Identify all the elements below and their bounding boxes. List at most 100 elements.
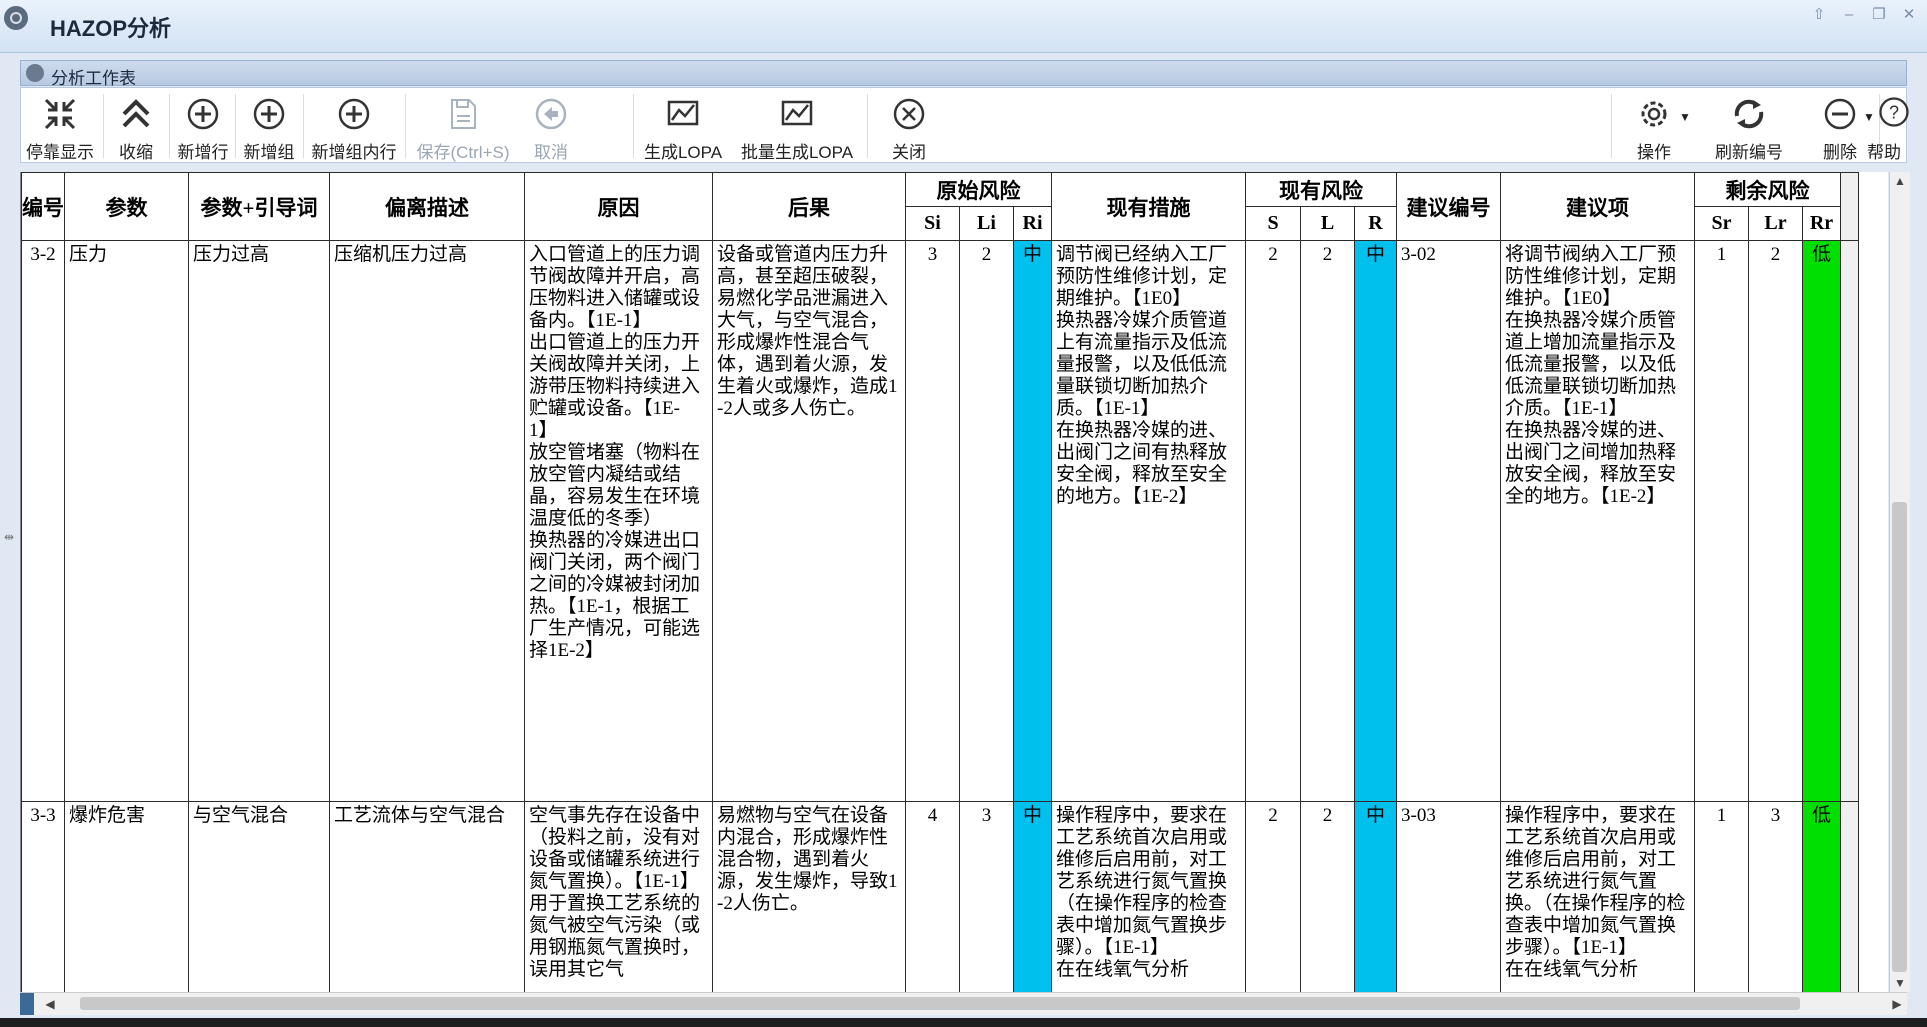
cell-r[interactable]: 中 <box>1354 801 1397 992</box>
cell-s[interactable]: 2 <box>1245 801 1301 992</box>
col-header-orig-risk: 原始风险 <box>905 172 1052 207</box>
minimize-icon[interactable]: – <box>1836 4 1862 26</box>
col-header-ri[interactable]: Ri <box>1013 206 1052 241</box>
horizontal-scroll-thumb[interactable] <box>80 997 1800 1010</box>
maximize-icon[interactable]: ❐ <box>1866 4 1892 26</box>
panel-header: 分析工作表 <box>20 60 1907 88</box>
collapse-button[interactable]: 收缩 <box>105 88 167 162</box>
close-button[interactable]: 关闭 <box>871 88 947 162</box>
col-header-rr[interactable]: Rr <box>1802 206 1841 241</box>
toolbar-divider <box>867 94 868 158</box>
help-button[interactable]: ? 帮助 <box>1867 88 1909 162</box>
side-panel-grip-icon[interactable]: ⇹ <box>4 530 14 544</box>
vertical-scroll-thumb[interactable] <box>1892 502 1907 972</box>
cell-rr[interactable]: 低 <box>1802 240 1841 802</box>
scroll-grip <box>20 993 34 1015</box>
col-header-s[interactable]: S <box>1245 206 1301 241</box>
cell-guide[interactable]: 压力过高 <box>188 240 330 802</box>
col-header-consequence[interactable]: 后果 <box>712 172 906 241</box>
cell-deviation[interactable]: 工艺流体与空气混合 <box>329 801 525 992</box>
cell-rec-no[interactable]: 3-03 <box>1396 801 1501 992</box>
col-header-rec-no[interactable]: 建议编号 <box>1396 172 1501 241</box>
cell-id[interactable]: 3-2 <box>21 240 65 802</box>
header-row: 编号 参数 参数+引导词 偏离描述 原因 后果 原始风险 现有措施 现有风险 建… <box>21 172 1859 241</box>
cell-deviation[interactable]: 压缩机压力过高 <box>329 240 525 802</box>
cell-li[interactable]: 2 <box>959 240 1014 802</box>
cell-rec[interactable]: 操作程序中，要求在工艺系统首次启用或维修后启用前，对工艺系统进行氮气置换。（在操… <box>1500 801 1695 992</box>
cell-ri[interactable]: 中 <box>1013 801 1052 992</box>
delete-button[interactable]: 删除 ▼ <box>1805 88 1875 162</box>
hazop-table: 编号 参数 参数+引导词 偏离描述 原因 后果 原始风险 现有措施 现有风险 建… <box>21 172 1859 992</box>
col-header-sr[interactable]: Sr <box>1694 206 1749 241</box>
chart-icon <box>667 100 699 126</box>
window-title: HAZOP分析 <box>50 16 172 41</box>
cell-rec-no[interactable]: 3-02 <box>1396 240 1501 802</box>
col-header-lr[interactable]: Lr <box>1748 206 1803 241</box>
cell-cause[interactable]: 空气事先存在设备中（投料之前，没有对设备或储罐系统进行氮气置换）。【1E-1】 … <box>524 801 713 992</box>
save-button[interactable]: 保存(Ctrl+S) <box>407 88 519 162</box>
minus-circle-icon <box>1824 98 1856 130</box>
cell-measures[interactable]: 操作程序中，要求在工艺系统首次启用或维修后启用前，对工艺系统进行氮气置换（在操作… <box>1051 801 1246 992</box>
cell-rec[interactable]: 将调节阀纳入工厂预防性维修计划，定期维护。【1E0】 在换热器冷媒介质管道上增加… <box>1500 240 1695 802</box>
col-header-guide[interactable]: 参数+引导词 <box>188 172 330 241</box>
cell-ri[interactable]: 中 <box>1013 240 1052 802</box>
undo-icon <box>535 98 567 130</box>
cell-l[interactable]: 2 <box>1300 240 1355 802</box>
cell-cause[interactable]: 入口管道上的压力调节阀故障并开启，高压物料进入储罐或设备内。【1E-1】 出口管… <box>524 240 713 802</box>
cell-param[interactable]: 爆炸危害 <box>64 801 189 992</box>
col-header-rec[interactable]: 建议项 <box>1500 172 1695 241</box>
table-row[interactable]: 3-2 压力 压力过高 压缩机压力过高 入口管道上的压力调节阀故障并开启，高压物… <box>21 240 1859 802</box>
scroll-left-icon[interactable]: ◀ <box>40 993 60 1015</box>
help-icon: ? <box>1879 97 1909 127</box>
generate-lopa-button[interactable]: 生成LOPA <box>635 88 731 162</box>
table-row[interactable]: 3-3 爆炸危害 与空气混合 工艺流体与空气混合 空气事先存在设备中（投料之前，… <box>21 801 1859 992</box>
scroll-down-icon[interactable]: ▼ <box>1890 974 1910 992</box>
dropdown-arrow-icon[interactable]: ▼ <box>1679 110 1691 124</box>
cell-r[interactable]: 中 <box>1354 240 1397 802</box>
cell-si[interactable]: 3 <box>905 240 960 802</box>
cell-lr[interactable]: 3 <box>1748 801 1803 992</box>
undo-button[interactable]: 取消 <box>521 88 581 162</box>
cell-si[interactable]: 4 <box>905 801 960 992</box>
col-header-l[interactable]: L <box>1300 206 1355 241</box>
scroll-right-icon[interactable]: ▶ <box>1887 993 1907 1015</box>
cell-l[interactable]: 2 <box>1300 801 1355 992</box>
cell-guide[interactable]: 与空气混合 <box>188 801 330 992</box>
cell-rr[interactable]: 低 <box>1802 801 1841 992</box>
cell-li[interactable]: 3 <box>959 801 1014 992</box>
cell-consequence[interactable]: 易燃物与空气在设备内混合，形成爆炸性混合物，遇到着火源，发生爆炸，导致1-2人伤… <box>712 801 906 992</box>
dock-button[interactable]: 停靠显示 <box>21 88 99 162</box>
dropdown-arrow-icon[interactable]: ▼ <box>1863 110 1875 124</box>
batch-generate-lopa-button[interactable]: 批量生成LOPA <box>733 88 861 162</box>
panel-title: 分析工作表 <box>51 69 136 88</box>
vertical-scrollbar[interactable]: ▲ ▼ <box>1889 172 1910 992</box>
add-group-row-button[interactable]: 新增组内行 <box>305 88 403 162</box>
col-header-si[interactable]: Si <box>905 206 960 241</box>
scroll-up-icon[interactable]: ▲ <box>1890 172 1910 190</box>
cell-consequence[interactable]: 设备或管道内压力升高，甚至超压破裂，易燃化学品泄漏进入大气，与空气混合，形成爆炸… <box>712 240 906 802</box>
save-icon <box>451 99 476 129</box>
refresh-numbering-button[interactable]: 刷新编号 <box>1695 88 1803 162</box>
col-header-deviation[interactable]: 偏离描述 <box>329 172 525 241</box>
add-row-button[interactable]: 新增行 <box>171 88 235 162</box>
close-window-icon[interactable]: ✕ <box>1896 4 1922 26</box>
col-header-cause[interactable]: 原因 <box>524 172 713 241</box>
cell-sr[interactable]: 1 <box>1694 240 1749 802</box>
operation-button[interactable]: 操作 ▼ <box>1615 88 1693 162</box>
cell-lr[interactable]: 2 <box>1748 240 1803 802</box>
col-header-r[interactable]: R <box>1354 206 1397 241</box>
cell-s[interactable]: 2 <box>1245 240 1301 802</box>
cell-id[interactable]: 3-3 <box>21 801 65 992</box>
horizontal-scrollbar[interactable]: ◀ ▶ <box>20 992 1907 1015</box>
col-header-param[interactable]: 参数 <box>64 172 189 241</box>
cell-measures[interactable]: 调节阀已经纳入工厂预防性维修计划，定期维护。【1E0】 换热器冷媒介质管道上有流… <box>1051 240 1246 802</box>
cell-sr[interactable]: 1 <box>1694 801 1749 992</box>
col-header-id[interactable]: 编号 <box>21 172 65 241</box>
pin-icon[interactable]: ⇧ <box>1806 4 1832 26</box>
chart-icon <box>781 100 813 126</box>
col-header-li[interactable]: Li <box>959 206 1014 241</box>
add-group-button[interactable]: 新增组 <box>237 88 301 162</box>
svg-text:?: ? <box>1889 102 1899 122</box>
cell-param[interactable]: 压力 <box>64 240 189 802</box>
col-header-measures[interactable]: 现有措施 <box>1051 172 1246 241</box>
